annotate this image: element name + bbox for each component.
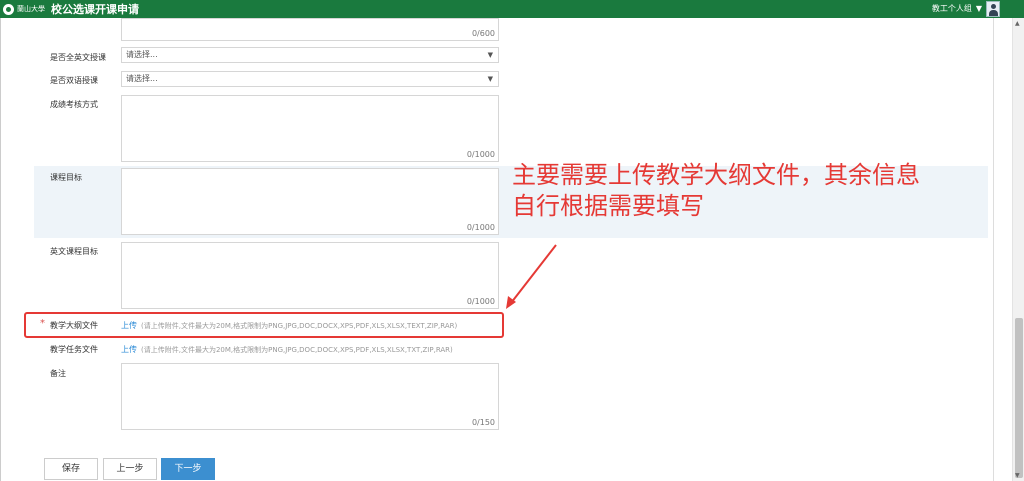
annotation-arrow-icon xyxy=(506,244,557,309)
